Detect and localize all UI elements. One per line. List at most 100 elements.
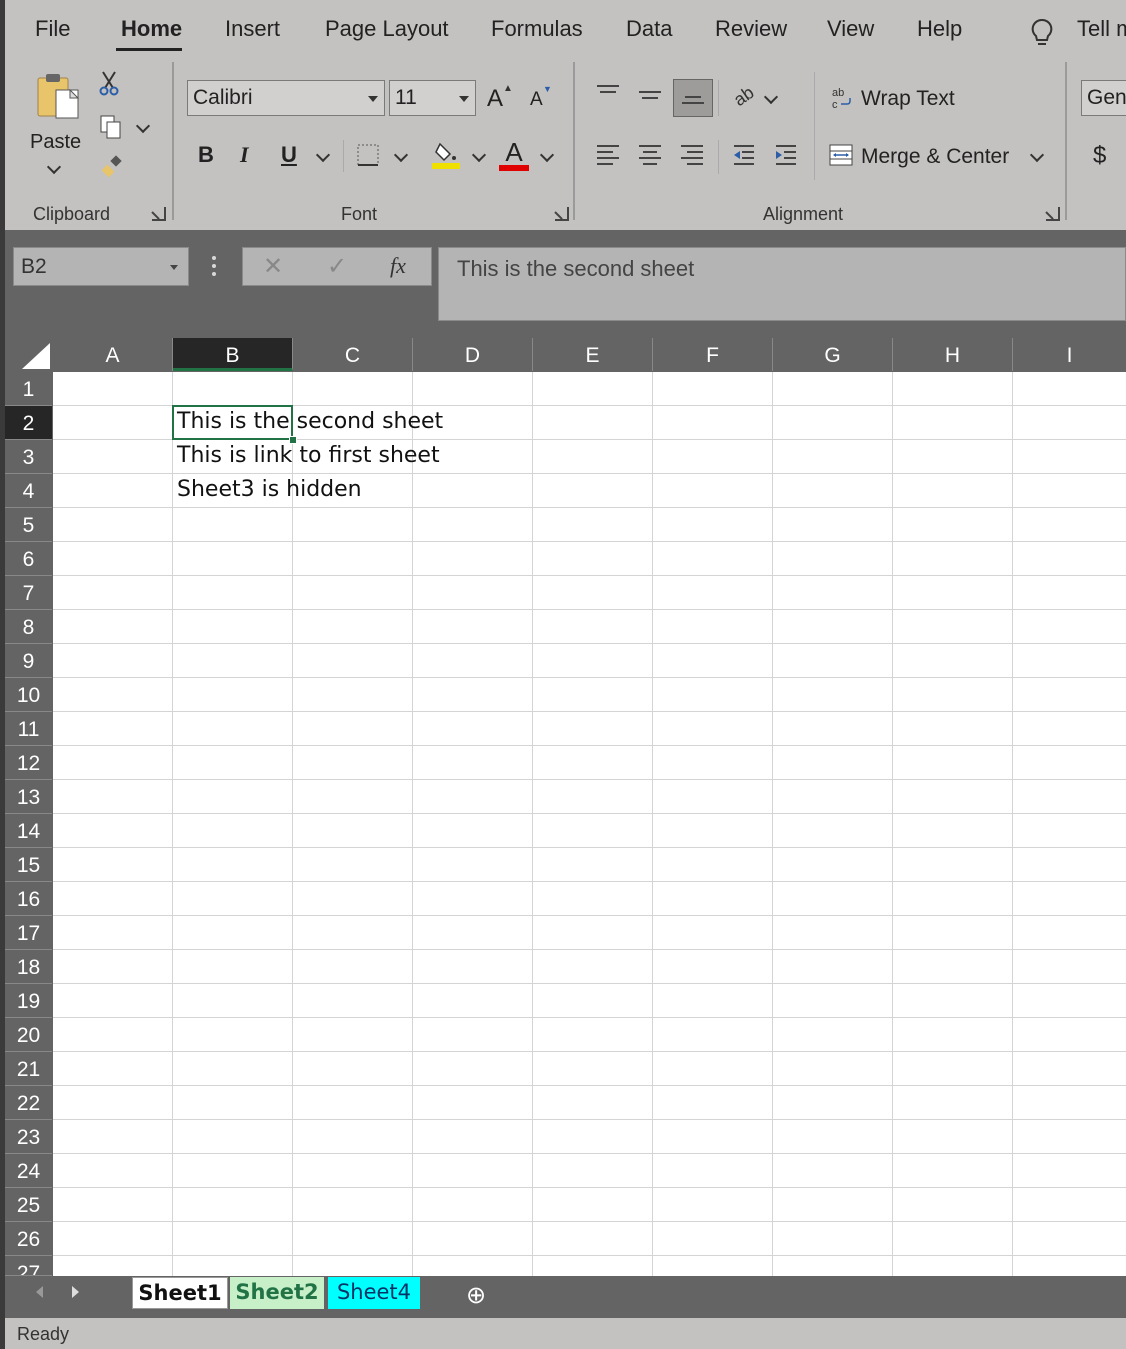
row-header-21[interactable]: 21	[5, 1052, 52, 1086]
formula-bar-grip-icon[interactable]	[212, 256, 217, 280]
fill-handle[interactable]	[289, 436, 297, 444]
row-header-19[interactable]: 19	[5, 984, 52, 1018]
row-header-9[interactable]: 9	[5, 644, 52, 678]
row-header-10[interactable]: 10	[5, 678, 52, 712]
lightbulb-icon[interactable]	[1030, 18, 1054, 53]
row-header-20[interactable]: 20	[5, 1018, 52, 1052]
shrink-font-button[interactable]: A	[530, 89, 543, 111]
align-right-icon[interactable]	[681, 145, 703, 169]
row-header-13[interactable]: 13	[5, 780, 52, 814]
column-header-e[interactable]: E	[533, 338, 653, 371]
currency-button[interactable]: $	[1093, 142, 1106, 170]
clipboard-dialog-launcher-icon[interactable]	[152, 207, 166, 221]
row-header-24[interactable]: 24	[5, 1154, 52, 1188]
row-header-14[interactable]: 14	[5, 814, 52, 848]
underline-button[interactable]: U	[281, 142, 297, 168]
row-header-4[interactable]: 4	[5, 474, 52, 508]
grid-row-line	[53, 881, 1126, 882]
wrap-text-button[interactable]: Wrap Text	[861, 87, 955, 111]
row-header-8[interactable]: 8	[5, 610, 52, 644]
column-header-i[interactable]: I	[1013, 338, 1126, 371]
font-size-value: 11	[395, 86, 417, 109]
row-header-23[interactable]: 23	[5, 1120, 52, 1154]
decrease-indent-icon[interactable]	[732, 144, 756, 171]
cell-b3[interactable]: This is link to first sheet	[177, 443, 440, 468]
sheet-tab-sheet1[interactable]: Sheet1	[132, 1277, 228, 1309]
tab-page-layout[interactable]: Page Layout	[325, 16, 449, 42]
wrap-text-icon[interactable]: ab c	[831, 86, 853, 115]
worksheet-grid[interactable]	[53, 372, 1126, 1276]
svg-text:c: c	[832, 99, 838, 110]
row-header-2[interactable]: 2	[5, 406, 52, 440]
font-name-combo[interactable]: Calibri	[187, 80, 385, 116]
row-header-26[interactable]: 26	[5, 1222, 52, 1256]
row-header-18[interactable]: 18	[5, 950, 52, 984]
grid-row-line	[53, 711, 1126, 712]
tab-home[interactable]: Home	[121, 16, 182, 42]
row-header-27[interactable]: 27	[5, 1256, 52, 1276]
row-header-1[interactable]: 1	[5, 372, 52, 406]
align-left-icon[interactable]	[597, 145, 619, 169]
row-header-12[interactable]: 12	[5, 746, 52, 780]
row-header-22[interactable]: 22	[5, 1086, 52, 1120]
column-header-b[interactable]: B	[173, 338, 293, 371]
column-header-d[interactable]: D	[413, 338, 533, 371]
grid-column-line	[532, 372, 533, 1276]
tab-help[interactable]: Help	[917, 16, 962, 42]
row-header-15[interactable]: 15	[5, 848, 52, 882]
sheet-tab-sheet2[interactable]: Sheet2	[230, 1277, 324, 1309]
tab-view[interactable]: View	[827, 16, 874, 42]
row-header-6[interactable]: 6	[5, 542, 52, 576]
sheet-tab-sheet4[interactable]: Sheet4	[328, 1277, 420, 1309]
fill-color-icon[interactable]	[432, 140, 462, 175]
font-size-combo[interactable]: 11	[389, 80, 476, 116]
scroll-right-tab-icon[interactable]	[72, 1286, 79, 1298]
font-color-icon[interactable]: A	[499, 139, 529, 171]
grow-font-button[interactable]: A	[487, 85, 503, 113]
tab-review[interactable]: Review	[715, 16, 787, 42]
row-header-7[interactable]: 7	[5, 576, 52, 610]
row-header-25[interactable]: 25	[5, 1188, 52, 1222]
column-header-f[interactable]: F	[653, 338, 773, 371]
column-header-a[interactable]: A	[53, 338, 173, 371]
insert-function-icon[interactable]: fx	[390, 253, 406, 279]
tab-formulas[interactable]: Formulas	[491, 16, 583, 42]
formula-input[interactable]: This is the second sheet	[438, 247, 1126, 321]
row-header-5[interactable]: 5	[5, 508, 52, 542]
alignment-dialog-launcher-icon[interactable]	[1046, 207, 1060, 221]
top-align-icon[interactable]	[597, 85, 619, 97]
tab-insert[interactable]: Insert	[225, 16, 280, 42]
name-box[interactable]: B2	[13, 247, 189, 286]
middle-align-icon[interactable]	[639, 91, 661, 103]
tab-data[interactable]: Data	[626, 16, 672, 42]
tell-me-search[interactable]: Tell m	[1077, 16, 1126, 42]
row-header-11[interactable]: 11	[5, 712, 52, 746]
tab-file[interactable]: File	[35, 16, 70, 42]
italic-button[interactable]: I	[240, 142, 249, 168]
column-header-g[interactable]: G	[773, 338, 893, 371]
cancel-icon[interactable]: ✕	[263, 252, 283, 281]
copy-icon[interactable]	[99, 114, 123, 145]
bold-button[interactable]: B	[198, 142, 214, 168]
scroll-left-tab-icon[interactable]	[36, 1286, 43, 1298]
row-header-3[interactable]: 3	[5, 440, 52, 474]
increase-indent-icon[interactable]	[774, 144, 798, 171]
merge-center-button[interactable]: Merge & Center	[861, 145, 1009, 169]
paste-label[interactable]: Paste	[30, 131, 81, 154]
format-painter-icon[interactable]	[100, 155, 124, 184]
merge-center-icon[interactable]	[829, 144, 853, 171]
enter-icon[interactable]: ✓	[327, 252, 347, 281]
cut-icon[interactable]	[98, 70, 120, 101]
number-format-combo[interactable]: Gene	[1081, 80, 1126, 116]
font-dialog-launcher-icon[interactable]	[555, 207, 569, 221]
align-center-icon[interactable]	[639, 145, 661, 169]
bottom-align-button[interactable]	[673, 79, 713, 117]
paste-icon[interactable]	[36, 72, 82, 127]
cell-b4[interactable]: Sheet3 is hidden	[177, 477, 362, 502]
row-header-16[interactable]: 16	[5, 882, 52, 916]
column-header-h[interactable]: H	[893, 338, 1013, 371]
borders-icon[interactable]	[357, 144, 379, 171]
column-header-c[interactable]: C	[293, 338, 413, 371]
row-header-17[interactable]: 17	[5, 916, 52, 950]
new-sheet-icon[interactable]: ⊕	[466, 1281, 486, 1310]
